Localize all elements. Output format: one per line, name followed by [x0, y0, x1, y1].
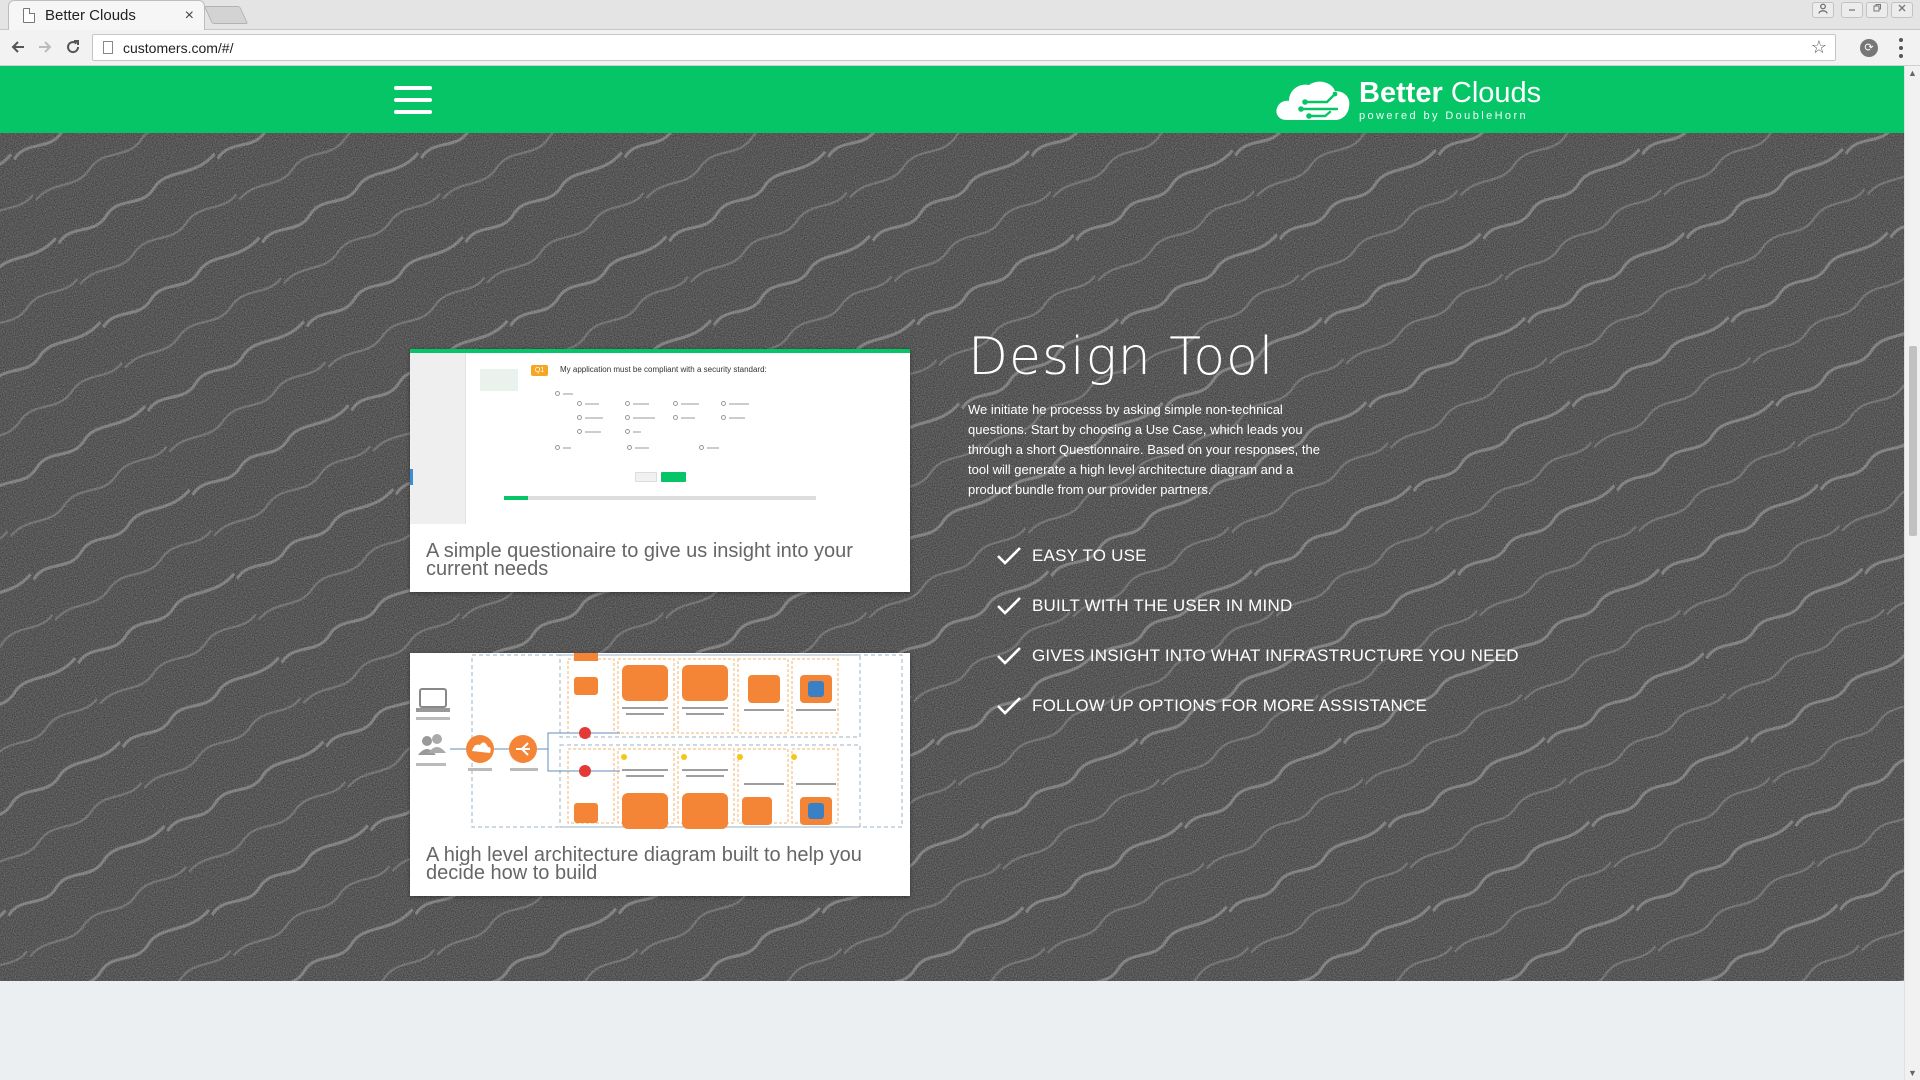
- forward-icon[interactable]: [32, 34, 58, 60]
- browser-toolbar: customers.com/#/ ☆ ⟳: [0, 30, 1920, 66]
- url-text: customers.com/#/: [123, 39, 234, 56]
- cloud-logo-icon: [1276, 81, 1350, 120]
- back-icon[interactable]: [5, 34, 31, 60]
- bookmark-star-icon[interactable]: ☆: [1811, 37, 1827, 58]
- architecture-diagram-image: [410, 653, 910, 831]
- sand-texture-background: [0, 133, 1904, 981]
- feature-item: BUILT WITH THE USER IN MIND: [996, 581, 1519, 631]
- tab-title: Better Clouds: [45, 7, 136, 24]
- feature-label: EASY TO USE: [1032, 546, 1147, 565]
- minimize-icon[interactable]: [1841, 2, 1863, 18]
- scroll-down-icon[interactable]: ▼: [1908, 1068, 1917, 1078]
- brand-name: Better Clouds: [1359, 76, 1542, 109]
- scroll-up-icon[interactable]: ▲: [1908, 68, 1917, 78]
- questionnaire-caption: A simple questionaire to give us insight…: [426, 540, 853, 580]
- brand-name-light: Clouds: [1450, 76, 1542, 109]
- feature-label: GIVES INSIGHT INTO WHAT INFRASTRUCTURE Y…: [1032, 646, 1519, 665]
- page-scrollbar[interactable]: ▲ ▼: [1904, 66, 1920, 1080]
- question-badge: Q1: [531, 365, 548, 376]
- feature-item: EASY TO USE: [996, 531, 1519, 581]
- architecture-screenshot: [410, 653, 910, 831]
- questionnaire-screenshot: Q1 My application must be compliant with…: [410, 349, 910, 527]
- page-icon: [23, 8, 35, 23]
- checkmark-icon: [997, 697, 1021, 715]
- architecture-card[interactable]: A high level architecture diagram built …: [410, 653, 910, 896]
- feature-label: FOLLOW UP OPTIONS FOR MORE ASSISTANCE: [1032, 696, 1427, 715]
- browser-tabstrip: Better Clouds ×: [0, 0, 1920, 30]
- tab-close-icon[interactable]: ×: [185, 7, 194, 24]
- site-header: Better Clouds powered by DoubleHorn: [0, 66, 1904, 133]
- brand-text: Better Clouds powered by DoubleHorn: [1359, 76, 1542, 122]
- profile-icon[interactable]: [1812, 2, 1834, 18]
- brand-logo[interactable]: Better Clouds powered by DoubleHorn: [1275, 78, 1541, 122]
- reload-icon[interactable]: [60, 34, 86, 60]
- hamburger-menu-icon[interactable]: [394, 86, 432, 114]
- checkmark-icon: [997, 547, 1021, 565]
- question-text: My application must be compliant with a …: [560, 365, 767, 374]
- new-tab-button[interactable]: [203, 6, 249, 24]
- feature-item: GIVES INSIGHT INTO WHAT INFRASTRUCTURE Y…: [996, 631, 1519, 681]
- feature-item: FOLLOW UP OPTIONS FOR MORE ASSISTANCE: [996, 681, 1519, 731]
- page-viewport: Better Clouds powered by DoubleHorn Q1 M…: [0, 66, 1904, 1080]
- architecture-caption: A high level architecture diagram built …: [426, 844, 862, 884]
- page-footer-area: [0, 981, 1904, 1080]
- brand-tagline: powered by DoubleHorn: [1359, 109, 1529, 122]
- feature-label: BUILT WITH THE USER IN MIND: [1032, 596, 1293, 615]
- questionnaire-card[interactable]: Q1 My application must be compliant with…: [410, 349, 910, 592]
- brand-name-bold: Better: [1359, 76, 1443, 109]
- section-description: We initiate he processs by asking simple…: [968, 402, 1320, 497]
- section-title: Design Tool: [968, 327, 1275, 387]
- browser-tab[interactable]: Better Clouds ×: [8, 0, 205, 30]
- checkmark-icon: [997, 647, 1021, 665]
- close-window-icon[interactable]: [1891, 2, 1913, 18]
- design-tool-section: Q1 My application must be compliant with…: [0, 133, 1904, 981]
- scrollbar-thumb[interactable]: [1909, 346, 1917, 536]
- checkmark-icon: [997, 597, 1021, 615]
- browser-menu-icon[interactable]: [1898, 38, 1904, 58]
- page-icon: [103, 41, 113, 54]
- restore-icon[interactable]: [1866, 2, 1888, 18]
- address-bar[interactable]: customers.com/#/ ☆: [92, 34, 1836, 61]
- feature-list: EASY TO USE BUILT WITH THE USER IN MIND …: [996, 531, 1519, 731]
- extension-icon[interactable]: ⟳: [1860, 39, 1878, 57]
